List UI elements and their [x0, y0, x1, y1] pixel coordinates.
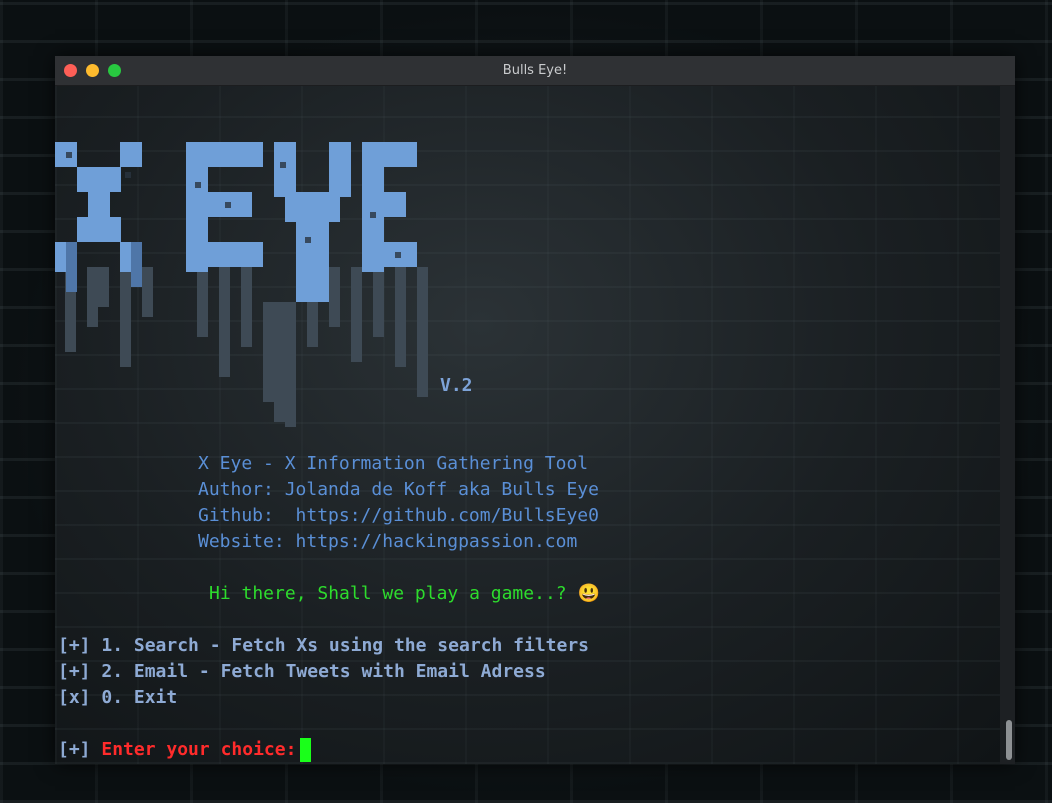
terminal-area[interactable]: V.2 X Eye - X Information Gathering Tool…: [55, 86, 1000, 764]
prompt-marker: [+]: [58, 739, 91, 760]
menu-marker: [+]: [58, 635, 91, 656]
menu-label: 1. Search - Fetch Xs using the search fi…: [101, 635, 590, 656]
menu-label: 0. Exit: [101, 687, 178, 708]
menu-marker: [+]: [58, 661, 91, 682]
menu-label: 2. Email - Fetch Tweets with Email Adres…: [101, 661, 546, 682]
info-line-website: Website: https://hackingpassion.com: [198, 531, 578, 552]
greeting-line: Hi there, Shall we play a game..? 😃: [209, 583, 600, 604]
logo-drips: [65, 267, 428, 427]
info-line-author: Author: Jolanda de Koff aka Bulls Eye: [198, 479, 599, 500]
menu-marker: [x]: [58, 687, 91, 708]
choice-prompt[interactable]: [+] Enter your choice:: [58, 738, 312, 762]
terminal-window[interactable]: Bulls Eye! V.2 X Eye - X Information Gat…: [55, 56, 1015, 764]
scrollbar[interactable]: [1000, 86, 1015, 764]
info-line-tool: X Eye - X Information Gathering Tool: [198, 453, 589, 474]
scrollbar-thumb[interactable]: [1006, 720, 1012, 760]
menu-item-search[interactable]: [+] 1. Search - Fetch Xs using the searc…: [58, 634, 589, 658]
prompt-text: Enter your choice:: [101, 739, 297, 760]
logo-e-letter: [186, 142, 263, 272]
x-eye-logo: [55, 142, 428, 427]
window-title: Bulls Eye!: [502, 63, 568, 78]
title-bar[interactable]: Bulls Eye!: [55, 56, 1015, 86]
logo-e2-letter: [362, 142, 417, 272]
menu-item-exit[interactable]: [x] 0. Exit: [58, 686, 177, 710]
info-line-github: Github: https://github.com/BullsEye0: [198, 505, 599, 526]
text-cursor[interactable]: [300, 738, 312, 762]
menu-item-email[interactable]: [+] 2. Email - Fetch Tweets with Email A…: [58, 660, 546, 684]
version-label: V.2: [440, 375, 473, 396]
